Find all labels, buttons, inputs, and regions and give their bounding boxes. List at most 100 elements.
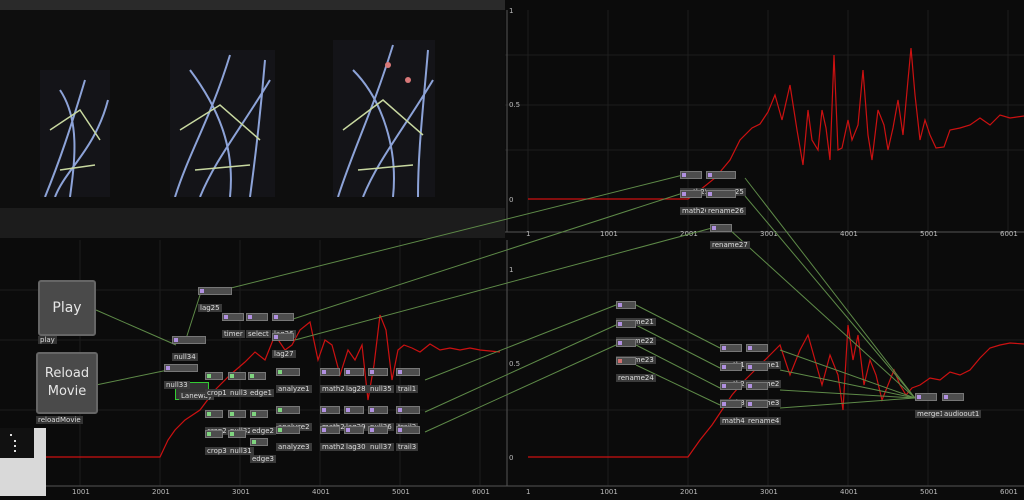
- node-box: [746, 400, 768, 408]
- rename4-node[interactable]: rename4: [746, 400, 782, 427]
- node-label: select: [246, 330, 271, 338]
- bottom-left-x-tick: 1001: [72, 488, 90, 496]
- audioout1-node[interactable]: audioout1: [942, 393, 982, 420]
- node-label: lag28: [344, 385, 368, 393]
- select-node[interactable]: select: [246, 313, 271, 340]
- node-label: rename24: [616, 374, 656, 382]
- node-box: [616, 301, 636, 309]
- node-box: [205, 372, 223, 380]
- node-label: rename26: [706, 207, 746, 215]
- analyze3-node[interactable]: analyze3: [276, 426, 312, 453]
- top-y-tick-05: 0.5: [509, 101, 520, 109]
- node-label: null34: [172, 353, 198, 361]
- node-box: [222, 313, 244, 321]
- null34-node[interactable]: null34: [172, 336, 206, 363]
- lag30-node[interactable]: lag30: [344, 426, 368, 453]
- node-box: [164, 364, 198, 372]
- null37-node[interactable]: null37: [368, 426, 394, 453]
- node-box: [228, 372, 246, 380]
- bottom-right-x-tick: 3001: [760, 488, 778, 496]
- trail3-node[interactable]: trail3: [396, 426, 420, 453]
- reload-movie-button-name: reloadMovie: [36, 416, 83, 424]
- bottom-left-x-tick: 6001: [472, 488, 490, 496]
- node-box: [720, 344, 742, 352]
- node-box: [250, 438, 268, 446]
- bottom-right-x-tick: 1001: [600, 488, 618, 496]
- analyze1-node[interactable]: analyze1: [276, 368, 312, 395]
- node-box: [172, 336, 206, 344]
- play-button-label: Play: [52, 300, 82, 316]
- bottom-right-x-tick: 6001: [1000, 488, 1018, 496]
- node-box: [228, 430, 246, 438]
- bottom-right-x-tick: 2001: [680, 488, 698, 496]
- node-box: [272, 333, 294, 341]
- node-label: audioout1: [942, 410, 982, 418]
- node-label: null37: [368, 443, 394, 451]
- top-chart-curve: [528, 47, 1024, 200]
- node-box: [720, 400, 742, 408]
- lag28-node[interactable]: lag28: [344, 368, 368, 395]
- node-box: [246, 313, 268, 321]
- node-box: [344, 368, 364, 376]
- image-thumbnail-2: [170, 50, 275, 197]
- edge1-node[interactable]: edge1: [248, 372, 274, 399]
- node-box: [942, 393, 964, 401]
- network-minimap[interactable]: [0, 428, 46, 496]
- node-box: [720, 363, 742, 371]
- image-thumbnail-3: [333, 40, 435, 197]
- bottom-left-x-tick: 2001: [152, 488, 170, 496]
- crop3-node[interactable]: crop3: [205, 430, 229, 457]
- node-box: [368, 368, 388, 376]
- timer-node[interactable]: timer: [222, 313, 245, 340]
- node-label: null33: [164, 381, 190, 389]
- image-thumbnail-1: [40, 70, 110, 197]
- bottom-right-y-tick: 0: [509, 454, 513, 462]
- node-box: [746, 382, 768, 390]
- node-label: lag27: [272, 350, 296, 358]
- edge2-node[interactable]: edge2: [250, 410, 276, 437]
- node-box: [616, 320, 636, 328]
- node-label: rename4: [746, 417, 782, 425]
- rename26-node[interactable]: rename26: [706, 190, 746, 217]
- node-box: [680, 190, 702, 198]
- play-button-name: play: [38, 336, 57, 344]
- lag27-node[interactable]: lag27: [272, 333, 296, 360]
- bottom-right-x-tick: 4001: [840, 488, 858, 496]
- node-label: timer: [222, 330, 245, 338]
- null33-node[interactable]: null33: [164, 364, 198, 391]
- node-label: null35: [368, 385, 394, 393]
- trail1-node[interactable]: trail1: [396, 368, 420, 395]
- node-box: [276, 368, 300, 376]
- image-viewer-topbar: [0, 0, 505, 10]
- reload-movie-button[interactable]: Reload Movie: [36, 352, 98, 414]
- node-box: [344, 406, 364, 414]
- node-box: [320, 406, 340, 414]
- rename27-node[interactable]: rename27: [710, 224, 750, 251]
- node-label: edge3: [250, 455, 276, 463]
- lag25-node[interactable]: lag25: [198, 287, 232, 314]
- node-box: [396, 406, 420, 414]
- play-button[interactable]: Play: [38, 280, 96, 336]
- node-box: [706, 171, 736, 179]
- null35-node[interactable]: null35: [368, 368, 394, 395]
- node-box: [276, 406, 300, 414]
- math4-node[interactable]: math4: [720, 400, 747, 427]
- edge3-node[interactable]: edge3: [250, 438, 276, 465]
- rename24-node[interactable]: rename24: [616, 357, 656, 384]
- bottom-right-y-tick: 0.5: [509, 360, 520, 368]
- node-box: [680, 171, 702, 179]
- node-box: [720, 382, 742, 390]
- node-box: [276, 426, 300, 434]
- node-box: [616, 339, 636, 347]
- node-box: [616, 357, 636, 365]
- node-box: [198, 287, 232, 295]
- node-box: [746, 363, 768, 371]
- node-label: lag25: [198, 304, 222, 312]
- node-box: [344, 426, 364, 434]
- top-x-tick: 1: [526, 230, 530, 238]
- viewer-bottom-strip: [0, 208, 505, 238]
- crop1-node[interactable]: crop1: [205, 372, 229, 399]
- node-label: trail1: [396, 385, 419, 393]
- bottom-left-x-tick: 5001: [392, 488, 410, 496]
- node-label: math4: [720, 417, 747, 425]
